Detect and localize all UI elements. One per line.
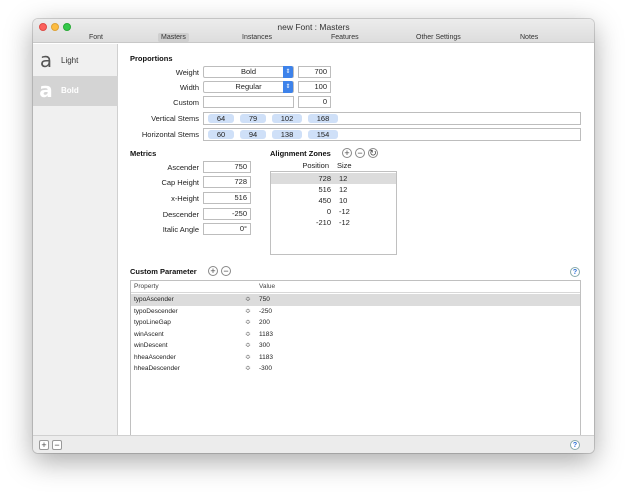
- weight-label: Weight: [175, 68, 199, 77]
- masters-sidebar: a Light a Bold: [33, 44, 118, 435]
- descender-field[interactable]: -250: [203, 208, 251, 220]
- table-row[interactable]: typoLineGap ≎ 200: [131, 317, 580, 329]
- x-height-field[interactable]: 516: [203, 192, 251, 204]
- vertical-stems-label: Vertical Stems: [151, 114, 199, 123]
- stem-token[interactable]: 60: [208, 130, 234, 139]
- width-popup[interactable]: Regular ⇕: [203, 81, 294, 93]
- horizontal-stems-label: Horizontal Stems: [141, 130, 199, 139]
- vertical-stems-field[interactable]: 64 79 102 168: [203, 112, 581, 125]
- table-row[interactable]: hheaDescender ≎ -300: [131, 363, 580, 375]
- zone-row[interactable]: 516 12: [271, 184, 396, 195]
- master-name: Light: [61, 56, 79, 65]
- stepper-icon[interactable]: ≎: [245, 294, 251, 306]
- master-item-light[interactable]: a Light: [33, 46, 118, 76]
- master-glyph-icon: a: [39, 78, 53, 102]
- custom-label: Custom: [173, 98, 199, 107]
- tab-masters[interactable]: Masters: [158, 33, 189, 42]
- master-name: Bold: [61, 86, 79, 95]
- add-master-button[interactable]: +: [39, 440, 49, 450]
- help-icon[interactable]: ?: [570, 267, 580, 277]
- weight-popup[interactable]: Bold ⇕: [203, 66, 294, 78]
- remove-master-button[interactable]: −: [52, 440, 62, 450]
- add-zone-button[interactable]: +: [342, 148, 352, 158]
- refresh-zones-icon[interactable]: ↻: [368, 148, 378, 158]
- stepper-icon[interactable]: ≎: [245, 340, 251, 352]
- popup-arrow-icon: ⇕: [283, 81, 293, 93]
- zone-row[interactable]: -210 -12: [271, 217, 396, 228]
- stepper-icon[interactable]: ≎: [245, 329, 251, 341]
- italic-angle-label: Italic Angle: [162, 225, 199, 234]
- descender-label: Descender: [162, 210, 199, 219]
- stem-token[interactable]: 168: [308, 114, 338, 123]
- add-parameter-button[interactable]: +: [208, 266, 218, 276]
- masters-panel: Proportions Weight Bold ⇕ 700 Width Regu…: [119, 44, 594, 442]
- zone-row[interactable]: 450 10: [271, 195, 396, 206]
- table-header: Property Value: [131, 281, 580, 293]
- remove-parameter-button[interactable]: −: [221, 266, 231, 276]
- title-bar[interactable]: new Font : Masters Font Masters Instance…: [33, 19, 594, 43]
- metrics-heading: Metrics: [130, 149, 157, 158]
- bottom-help-icon[interactable]: ?: [570, 440, 580, 450]
- cap-height-label: Cap Height: [161, 178, 199, 187]
- stem-token[interactable]: 138: [272, 130, 302, 139]
- width-label: Width: [179, 83, 199, 92]
- ascender-label: Ascender: [167, 163, 199, 172]
- alignment-zones-list[interactable]: 728 12 516 12 450 10 0 -12 -210 -12: [270, 171, 397, 255]
- stepper-icon[interactable]: ≎: [245, 352, 251, 364]
- custom-parameters-table[interactable]: Property Value typoAscender ≎ 750 typoDesc…: [130, 280, 581, 442]
- italic-angle-field[interactable]: 0°: [203, 223, 251, 235]
- weight-selected: Bold: [240, 67, 256, 76]
- stem-token[interactable]: 79: [240, 114, 266, 123]
- table-row[interactable]: typoAscender ≎ 750: [131, 294, 580, 306]
- property-column-header[interactable]: Property: [134, 281, 159, 293]
- stepper-icon[interactable]: ≎: [245, 317, 251, 329]
- weight-value-field[interactable]: 700: [298, 66, 331, 78]
- zones-position-header: Position: [302, 161, 329, 170]
- custom-parameter-heading: Custom Parameter: [130, 267, 197, 276]
- bottom-bar: + − ?: [33, 435, 594, 453]
- tab-instances[interactable]: Instances: [239, 33, 275, 42]
- alignment-zones-heading: Alignment Zones: [270, 149, 331, 158]
- tab-font[interactable]: Font: [86, 33, 106, 42]
- tab-notes[interactable]: Notes: [517, 33, 541, 42]
- zones-size-header: Size: [337, 161, 352, 170]
- table-row[interactable]: winDescent ≎ 300: [131, 340, 580, 352]
- zone-row[interactable]: 0 -12: [271, 206, 396, 217]
- width-value-field[interactable]: 100: [298, 81, 331, 93]
- zone-row[interactable]: 728 12: [271, 173, 396, 184]
- custom-value-field[interactable]: 0: [298, 96, 331, 108]
- proportions-heading: Proportions: [130, 54, 173, 63]
- stem-token[interactable]: 64: [208, 114, 234, 123]
- stem-token[interactable]: 154: [308, 130, 338, 139]
- horizontal-stems-field[interactable]: 60 94 138 154: [203, 128, 581, 141]
- stepper-icon[interactable]: ≎: [245, 363, 251, 375]
- font-info-window: new Font : Masters Font Masters Instance…: [33, 19, 594, 453]
- cap-height-field[interactable]: 728: [203, 176, 251, 188]
- x-height-label: x-Height: [171, 194, 199, 203]
- tab-other-settings[interactable]: Other Settings: [413, 33, 464, 42]
- table-row[interactable]: winAscent ≎ 1183: [131, 329, 580, 341]
- master-item-bold[interactable]: a Bold: [33, 76, 118, 106]
- stepper-icon[interactable]: ≎: [245, 306, 251, 318]
- stem-token[interactable]: 94: [240, 130, 266, 139]
- stem-token[interactable]: 102: [272, 114, 302, 123]
- table-row[interactable]: typoDescender ≎ -250: [131, 306, 580, 318]
- master-glyph-icon: a: [39, 48, 53, 72]
- window-title: new Font : Masters: [277, 22, 350, 32]
- popup-arrow-icon: ⇕: [283, 66, 293, 78]
- tab-features[interactable]: Features: [328, 33, 362, 42]
- custom-name-field[interactable]: [203, 96, 294, 108]
- width-selected: Regular: [235, 82, 262, 91]
- tab-bar: Font Masters Instances Features Other Se…: [33, 33, 594, 43]
- table-row[interactable]: hheaAscender ≎ 1183: [131, 352, 580, 364]
- value-column-header[interactable]: Value: [259, 281, 275, 293]
- ascender-field[interactable]: 750: [203, 161, 251, 173]
- remove-zone-button[interactable]: −: [355, 148, 365, 158]
